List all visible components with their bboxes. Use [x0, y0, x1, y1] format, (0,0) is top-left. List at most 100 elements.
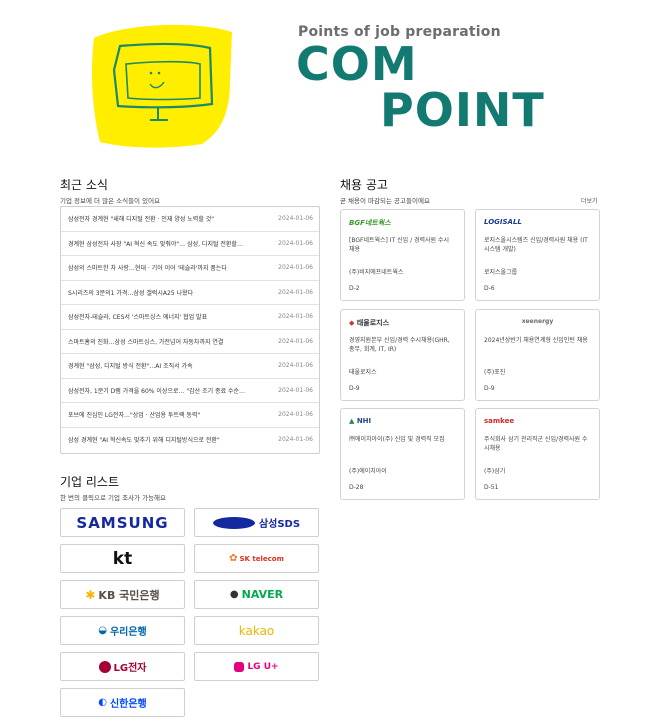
samsung-sds-logo-icon — [212, 516, 255, 529]
news-item-title: 삼성전자 경계현 "새해 디지털 전환 · 인재 양성 노력할 것" — [68, 216, 215, 224]
shinhan-logo-icon: ◐ — [98, 697, 107, 708]
news-item-date: 2024-01-06 — [278, 362, 313, 370]
job-company: 로지스올그룹 — [484, 269, 518, 276]
news-item-date: 2024-01-06 — [278, 239, 313, 247]
company-woori-button[interactable]: ◒ 우리은행 — [60, 616, 185, 645]
job-company: (주)비지에프네트웍스 — [349, 269, 404, 276]
job-company-logo: ◆ 태울로지스 — [349, 318, 456, 332]
brand-name-line2: POINT — [380, 83, 545, 137]
company-lg-electronics-button[interactable]: LG전자 — [60, 652, 185, 681]
news-item-date: 2024-01-06 — [278, 436, 313, 444]
companies-section-title: 기업 리스트 — [60, 475, 120, 489]
company-samsung-sds-button[interactable]: 삼성SDS — [194, 508, 319, 537]
sk-butterfly-icon: ✿ — [229, 553, 238, 564]
nhi-logo-icon: ▲ — [349, 417, 357, 425]
news-item[interactable]: 삼성전자, 1분기 D램 가격을 60% 이상으로… "감산 조기 종료 수순…… — [61, 379, 319, 403]
news-section-title: 최근 소식 — [60, 178, 108, 192]
news-list: 삼성전자 경계현 "새해 디지털 전환 · 인재 양성 노력할 것" 2024-0… — [60, 206, 320, 454]
job-title: 경영지원본부 신입/경력 수시채용(GHR, 총무, 회계, IT, IR) — [349, 337, 450, 353]
job-company-logo: BGF네트웍스 — [349, 219, 391, 227]
job-company-logo-text: NHI — [356, 417, 372, 425]
news-item-title: 포브에 진심인 LG전자…"상업 · 산업용 투트랙 동력" — [68, 412, 201, 420]
news-item[interactable]: 삼성전자-테슬라, CES서 '스마트싱스 에너지' 협업 발표 2024-01-… — [61, 305, 319, 330]
job-company-logo: samkee — [484, 417, 515, 425]
company-naver-button[interactable]: ● NAVER — [194, 580, 319, 609]
job-company: (주)에이치아이 — [349, 468, 387, 475]
company-lg-uplus-button[interactable]: LG U+ — [194, 652, 319, 681]
company-name: 삼성SDS — [258, 519, 301, 530]
company-name: LG U+ — [247, 661, 279, 672]
job-card[interactable]: xeenergy 2024년상반기 채용연계형 신입인턴 채용 (주)포진 D-… — [475, 309, 600, 401]
naver-logo-icon: ● — [229, 589, 239, 600]
company-name: KB 국민은행 — [98, 588, 160, 602]
job-card[interactable]: ◆ 태울로지스 경영지원본부 신입/경력 수시채용(GHR, 총무, 회계, I… — [340, 309, 465, 401]
jobs-more-link[interactable]: 더보기 — [581, 196, 598, 205]
jobs-section-subtitle: 곧 채용이 마감되는 공고들이에요 — [340, 197, 430, 205]
job-title: 로지스올시스템즈 신입/경력사원 채용 (IT시스템 개발) — [484, 237, 588, 253]
job-company-logo: LOGISALL — [484, 218, 522, 226]
job-card[interactable]: samkee 주식회사 삼기 관리직군 신입/경력사원 수시채용 (주)삼기 D… — [475, 408, 600, 500]
taeul-logo-icon: ◆ — [349, 319, 357, 327]
job-dday: D-9 — [349, 385, 360, 392]
news-item[interactable]: 경계현 삼성전자 사장 "AI 혁신 속도 맞춰야"… 삼성, 디지털 전환할…… — [61, 232, 319, 256]
company-kt-button[interactable]: kt — [60, 544, 185, 573]
news-item-date: 2024-01-06 — [278, 313, 313, 321]
news-item-title: 경계현 삼성전자 사장 "AI 혁신 속도 맞춰야"… 삼성, 디지털 전환할… — [68, 240, 243, 248]
job-title: 주식회사 삼기 관리직군 신입/경력사원 수시채용 — [484, 436, 588, 452]
companies-section-subtitle: 한 번의 클릭으로 기업 조사가 가능해요 — [60, 494, 167, 502]
job-company-logo-text: 태울로지스 — [356, 319, 390, 327]
hand-drawn-monitor-logo — [92, 24, 232, 148]
news-item-title: 삼성 경계현 "AI 혁신속도 맞추기 위해 디지털방식으로 전환" — [68, 437, 220, 445]
job-dday: D-2 — [349, 285, 360, 292]
company-shinhan-button[interactable]: ◐ 신한은행 — [60, 688, 185, 717]
company-samsung-button[interactable]: SAMSUNG — [60, 508, 185, 537]
news-item-title: S시리즈의 3분의1 가격…삼성 갤럭시A25 나왔다 — [68, 289, 194, 297]
news-item[interactable]: 삼성 경계현 "AI 혁신속도 맞추기 위해 디지털방식으로 전환" 2024-0… — [61, 428, 319, 453]
job-title: 2024년상반기 채용연계형 신입인턴 채용 — [484, 337, 588, 344]
lg-logo-icon — [98, 660, 111, 673]
job-card[interactable]: LOGISALL 로지스올시스템즈 신입/경력사원 채용 (IT시스템 개발) … — [475, 209, 600, 301]
job-company-logo: xeenergy — [521, 318, 554, 325]
news-item-date: 2024-01-06 — [278, 411, 313, 419]
job-title: [BGF네트웍스] IT 신입 / 경력사원 수시 채용 — [349, 237, 450, 253]
woori-logo-icon: ◒ — [98, 625, 107, 636]
jobs-section-title: 채용 공고 — [340, 178, 388, 192]
job-card[interactable]: BGF네트웍스 [BGF네트웍스] IT 신입 / 경력사원 수시 채용 (주)… — [340, 209, 465, 301]
company-name: 우리은행 — [109, 627, 147, 638]
news-item[interactable]: 삼성의 스마트한 차 사랑…현대 · 기아 이어 '테슬라'까지 품는다 2024… — [61, 256, 319, 281]
company-name: LG전자 — [113, 663, 147, 674]
company-sk-telecom-button[interactable]: ✿ SK telecom — [194, 544, 319, 573]
news-item-title: 삼성전자, 1분기 D램 가격을 60% 이상으로… "감산 조기 종료 수순… — [68, 387, 246, 395]
job-dday: D-51 — [484, 484, 499, 491]
news-item-title: 스마트홈의 진화…삼성 스마트싱스, 가전넘어 자동차까지 연결 — [68, 338, 224, 346]
news-item-date: 2024-01-06 — [278, 264, 313, 272]
news-item-date: 2024-01-06 — [278, 215, 313, 223]
news-item[interactable]: S시리즈의 3분의1 가격…삼성 갤럭시A25 나왔다 2024-01-06 — [61, 281, 319, 305]
job-dday: D-9 — [484, 385, 495, 392]
company-kb-button[interactable]: ✱ KB 국민은행 — [60, 580, 185, 609]
job-dday: D-6 — [484, 285, 495, 292]
company-kakao-button[interactable]: kakao — [194, 616, 319, 645]
job-company-logo: ▲ NHI — [349, 417, 456, 431]
news-item-title: 경계현 "삼성, 디지털 방식 전환"…AI 조직서 가속 — [68, 363, 193, 371]
news-item[interactable]: 경계현 "삼성, 디지털 방식 전환"…AI 조직서 가속 2024-01-06 — [61, 354, 319, 379]
news-item-title: 삼성의 스마트한 차 사랑…현대 · 기아 이어 '테슬라'까지 품는다 — [68, 265, 227, 273]
news-item[interactable]: 포브에 진심인 LG전자…"상업 · 산업용 투트랙 동력" 2024-01-06 — [61, 403, 319, 428]
job-title: ㈜에이치아이(주) 신입 및 경력직 모집 — [349, 436, 445, 443]
news-item[interactable]: 스마트홈의 진화…삼성 스마트싱스, 가전넘어 자동차까지 연결 2024-01-… — [61, 330, 319, 354]
company-name: 신한은행 — [109, 699, 147, 710]
news-item-date: 2024-01-06 — [278, 337, 313, 345]
company-name: SK telecom — [239, 554, 284, 563]
job-company: (주)삼기 — [484, 468, 506, 475]
kb-star-icon: ✱ — [85, 587, 96, 602]
news-item[interactable]: 삼성전자 경계현 "새해 디지털 전환 · 인재 양성 노력할 것" 2024-0… — [61, 207, 319, 232]
news-item-date: 2024-01-06 — [278, 386, 313, 394]
job-card[interactable]: ▲ NHI ㈜에이치아이(주) 신입 및 경력직 모집 (주)에이치아이 D-2… — [340, 408, 465, 500]
job-company: (주)포진 — [484, 369, 506, 376]
news-item-date: 2024-01-06 — [278, 288, 313, 296]
job-dday: D-28 — [349, 484, 364, 491]
lg-uplus-logo-icon — [234, 661, 245, 672]
job-company: 태울로지스 — [349, 369, 377, 376]
news-item-title: 삼성전자-테슬라, CES서 '스마트싱스 에너지' 협업 발표 — [68, 314, 208, 322]
company-name: NAVER — [241, 588, 284, 601]
